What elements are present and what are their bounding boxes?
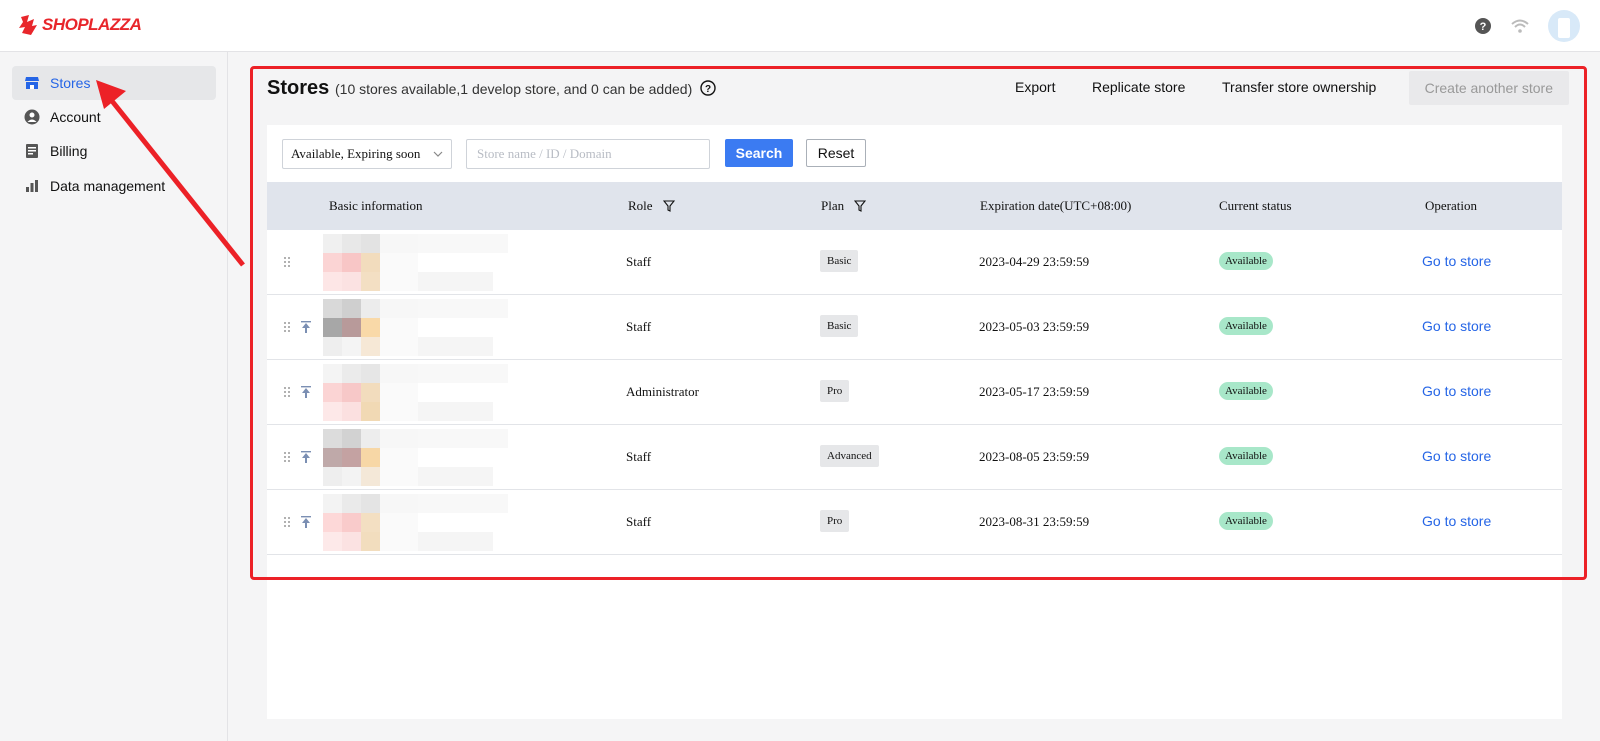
column-role[interactable]: Role bbox=[628, 198, 675, 214]
plan-badge: Basic bbox=[820, 250, 859, 272]
top-bar: SHOPLAZZA ? bbox=[0, 0, 1600, 52]
store-thumbnail bbox=[323, 234, 508, 291]
pin-to-top-icon[interactable] bbox=[301, 516, 311, 528]
pin-to-top-icon[interactable] bbox=[301, 321, 311, 333]
plan-badge: Pro bbox=[820, 510, 850, 532]
bar-chart-icon bbox=[26, 180, 38, 192]
table-row: Staff Pro 2023-08-31 23:59:59 Available Go t… bbox=[267, 490, 1562, 555]
status-badge: Available bbox=[1219, 317, 1273, 335]
go-to-store-link[interactable]: Go to store bbox=[1422, 253, 1491, 269]
status-badge: Available bbox=[1219, 252, 1273, 270]
store-thumbnail bbox=[323, 429, 508, 486]
svg-text:?: ? bbox=[1480, 21, 1487, 33]
pin-to-top-icon[interactable] bbox=[301, 386, 311, 398]
expiration-cell: 2023-08-31 23:59:59 bbox=[979, 514, 1090, 529]
column-plan[interactable]: Plan bbox=[821, 198, 867, 214]
table-row: Staff Advanced 2023-08-05 23:59:59 Availabl… bbox=[267, 425, 1562, 490]
status-filter-select[interactable]: Available, Expiring soon bbox=[282, 139, 452, 169]
expiration-cell: 2023-05-03 23:59:59 bbox=[979, 319, 1090, 334]
expiration-cell: 2023-04-29 23:59:59 bbox=[979, 254, 1090, 269]
expiration-cell: 2023-08-05 23:59:59 bbox=[979, 449, 1090, 464]
filter-icon[interactable] bbox=[662, 200, 675, 212]
search-input[interactable] bbox=[466, 139, 710, 169]
create-store-button[interactable]: Create another store bbox=[1408, 71, 1569, 105]
role-cell: Administrator bbox=[626, 384, 699, 399]
sidebar-item-stores[interactable]: Stores bbox=[12, 66, 216, 100]
column-operation: Operation bbox=[1425, 198, 1477, 213]
expiration-cell: 2023-05-17 23:59:59 bbox=[979, 384, 1090, 399]
status-badge: Available bbox=[1219, 512, 1273, 530]
drag-handle-icon[interactable] bbox=[282, 386, 292, 398]
stores-table-card: Available, Expiring soon Search Reset Ba… bbox=[267, 125, 1562, 719]
sidebar-item-account[interactable]: Account bbox=[12, 100, 216, 134]
column-current-status: Current status bbox=[1219, 198, 1292, 213]
sidebar-item-label: Billing bbox=[50, 143, 88, 159]
sidebar-item-label: Account bbox=[50, 109, 101, 125]
table-row: Staff Basic 2023-04-29 23:59:59 Available Go… bbox=[267, 230, 1562, 295]
store-thumbnail bbox=[323, 299, 508, 356]
status-badge: Available bbox=[1219, 382, 1273, 400]
go-to-store-link[interactable]: Go to store bbox=[1422, 383, 1491, 399]
page-title: Stores bbox=[267, 77, 330, 99]
plan-badge: Basic bbox=[820, 315, 859, 337]
plan-badge: Advanced bbox=[820, 445, 879, 467]
filter-icon[interactable] bbox=[854, 200, 867, 212]
export-button[interactable]: Export bbox=[1015, 79, 1055, 95]
pin-to-top-icon[interactable] bbox=[301, 451, 311, 463]
store-thumbnail bbox=[323, 494, 508, 551]
sidebar-item-data-management[interactable]: Data management bbox=[12, 169, 216, 203]
drag-handle-icon[interactable] bbox=[282, 516, 292, 528]
table-header: Basic information Role Plan Expiration d… bbox=[267, 182, 1562, 230]
question-circle-icon[interactable]: ? bbox=[700, 80, 716, 96]
store-icon bbox=[25, 77, 39, 89]
help-icon[interactable]: ? bbox=[1474, 17, 1492, 35]
table-row: Administrator Pro 2023-05-17 23:59:59 Avail… bbox=[267, 360, 1562, 425]
plan-badge: Pro bbox=[820, 380, 850, 402]
wifi-icon[interactable] bbox=[1510, 18, 1530, 34]
go-to-store-link[interactable]: Go to store bbox=[1422, 448, 1491, 464]
chevron-down-icon bbox=[433, 151, 443, 157]
drag-handle-icon[interactable] bbox=[282, 451, 292, 463]
role-cell: Staff bbox=[626, 449, 652, 464]
document-icon bbox=[26, 144, 38, 158]
reset-button[interactable]: Reset bbox=[806, 139, 866, 167]
role-cell: Staff bbox=[626, 254, 652, 269]
status-filter-value: Available, Expiring soon bbox=[291, 146, 421, 161]
drag-handle-icon[interactable] bbox=[282, 321, 292, 333]
user-icon bbox=[24, 109, 40, 125]
go-to-store-link[interactable]: Go to store bbox=[1422, 513, 1491, 529]
drag-handle-icon[interactable] bbox=[282, 256, 292, 268]
avatar[interactable] bbox=[1548, 10, 1580, 42]
column-expiration-date: Expiration date(UTC+08:00) bbox=[980, 198, 1132, 213]
status-badge: Available bbox=[1219, 447, 1273, 465]
transfer-ownership-button[interactable]: Transfer store ownership bbox=[1222, 79, 1376, 95]
shoplazza-logo[interactable]: SHOPLAZZA bbox=[18, 14, 142, 36]
search-button[interactable]: Search bbox=[725, 139, 793, 167]
column-basic-information: Basic information bbox=[329, 198, 423, 213]
sidebar-item-label: Stores bbox=[50, 75, 91, 91]
go-to-store-link[interactable]: Go to store bbox=[1422, 318, 1491, 334]
replicate-store-button[interactable]: Replicate store bbox=[1092, 79, 1185, 95]
sidebar: Stores Account Billing Data management bbox=[0, 52, 228, 741]
role-cell: Staff bbox=[626, 319, 652, 334]
logo-text: SHOPLAZZA bbox=[42, 15, 142, 34]
stores-count-text: (10 stores available,1 develop store, an… bbox=[335, 81, 693, 97]
role-cell: Staff bbox=[626, 514, 652, 529]
svg-text:?: ? bbox=[705, 84, 711, 95]
sidebar-item-billing[interactable]: Billing bbox=[12, 134, 216, 168]
store-thumbnail bbox=[323, 364, 508, 421]
table-row: Staff Basic 2023-05-03 23:59:59 Available Go… bbox=[267, 295, 1562, 360]
logo-mark-icon bbox=[19, 15, 37, 35]
sidebar-item-label: Data management bbox=[50, 178, 166, 194]
